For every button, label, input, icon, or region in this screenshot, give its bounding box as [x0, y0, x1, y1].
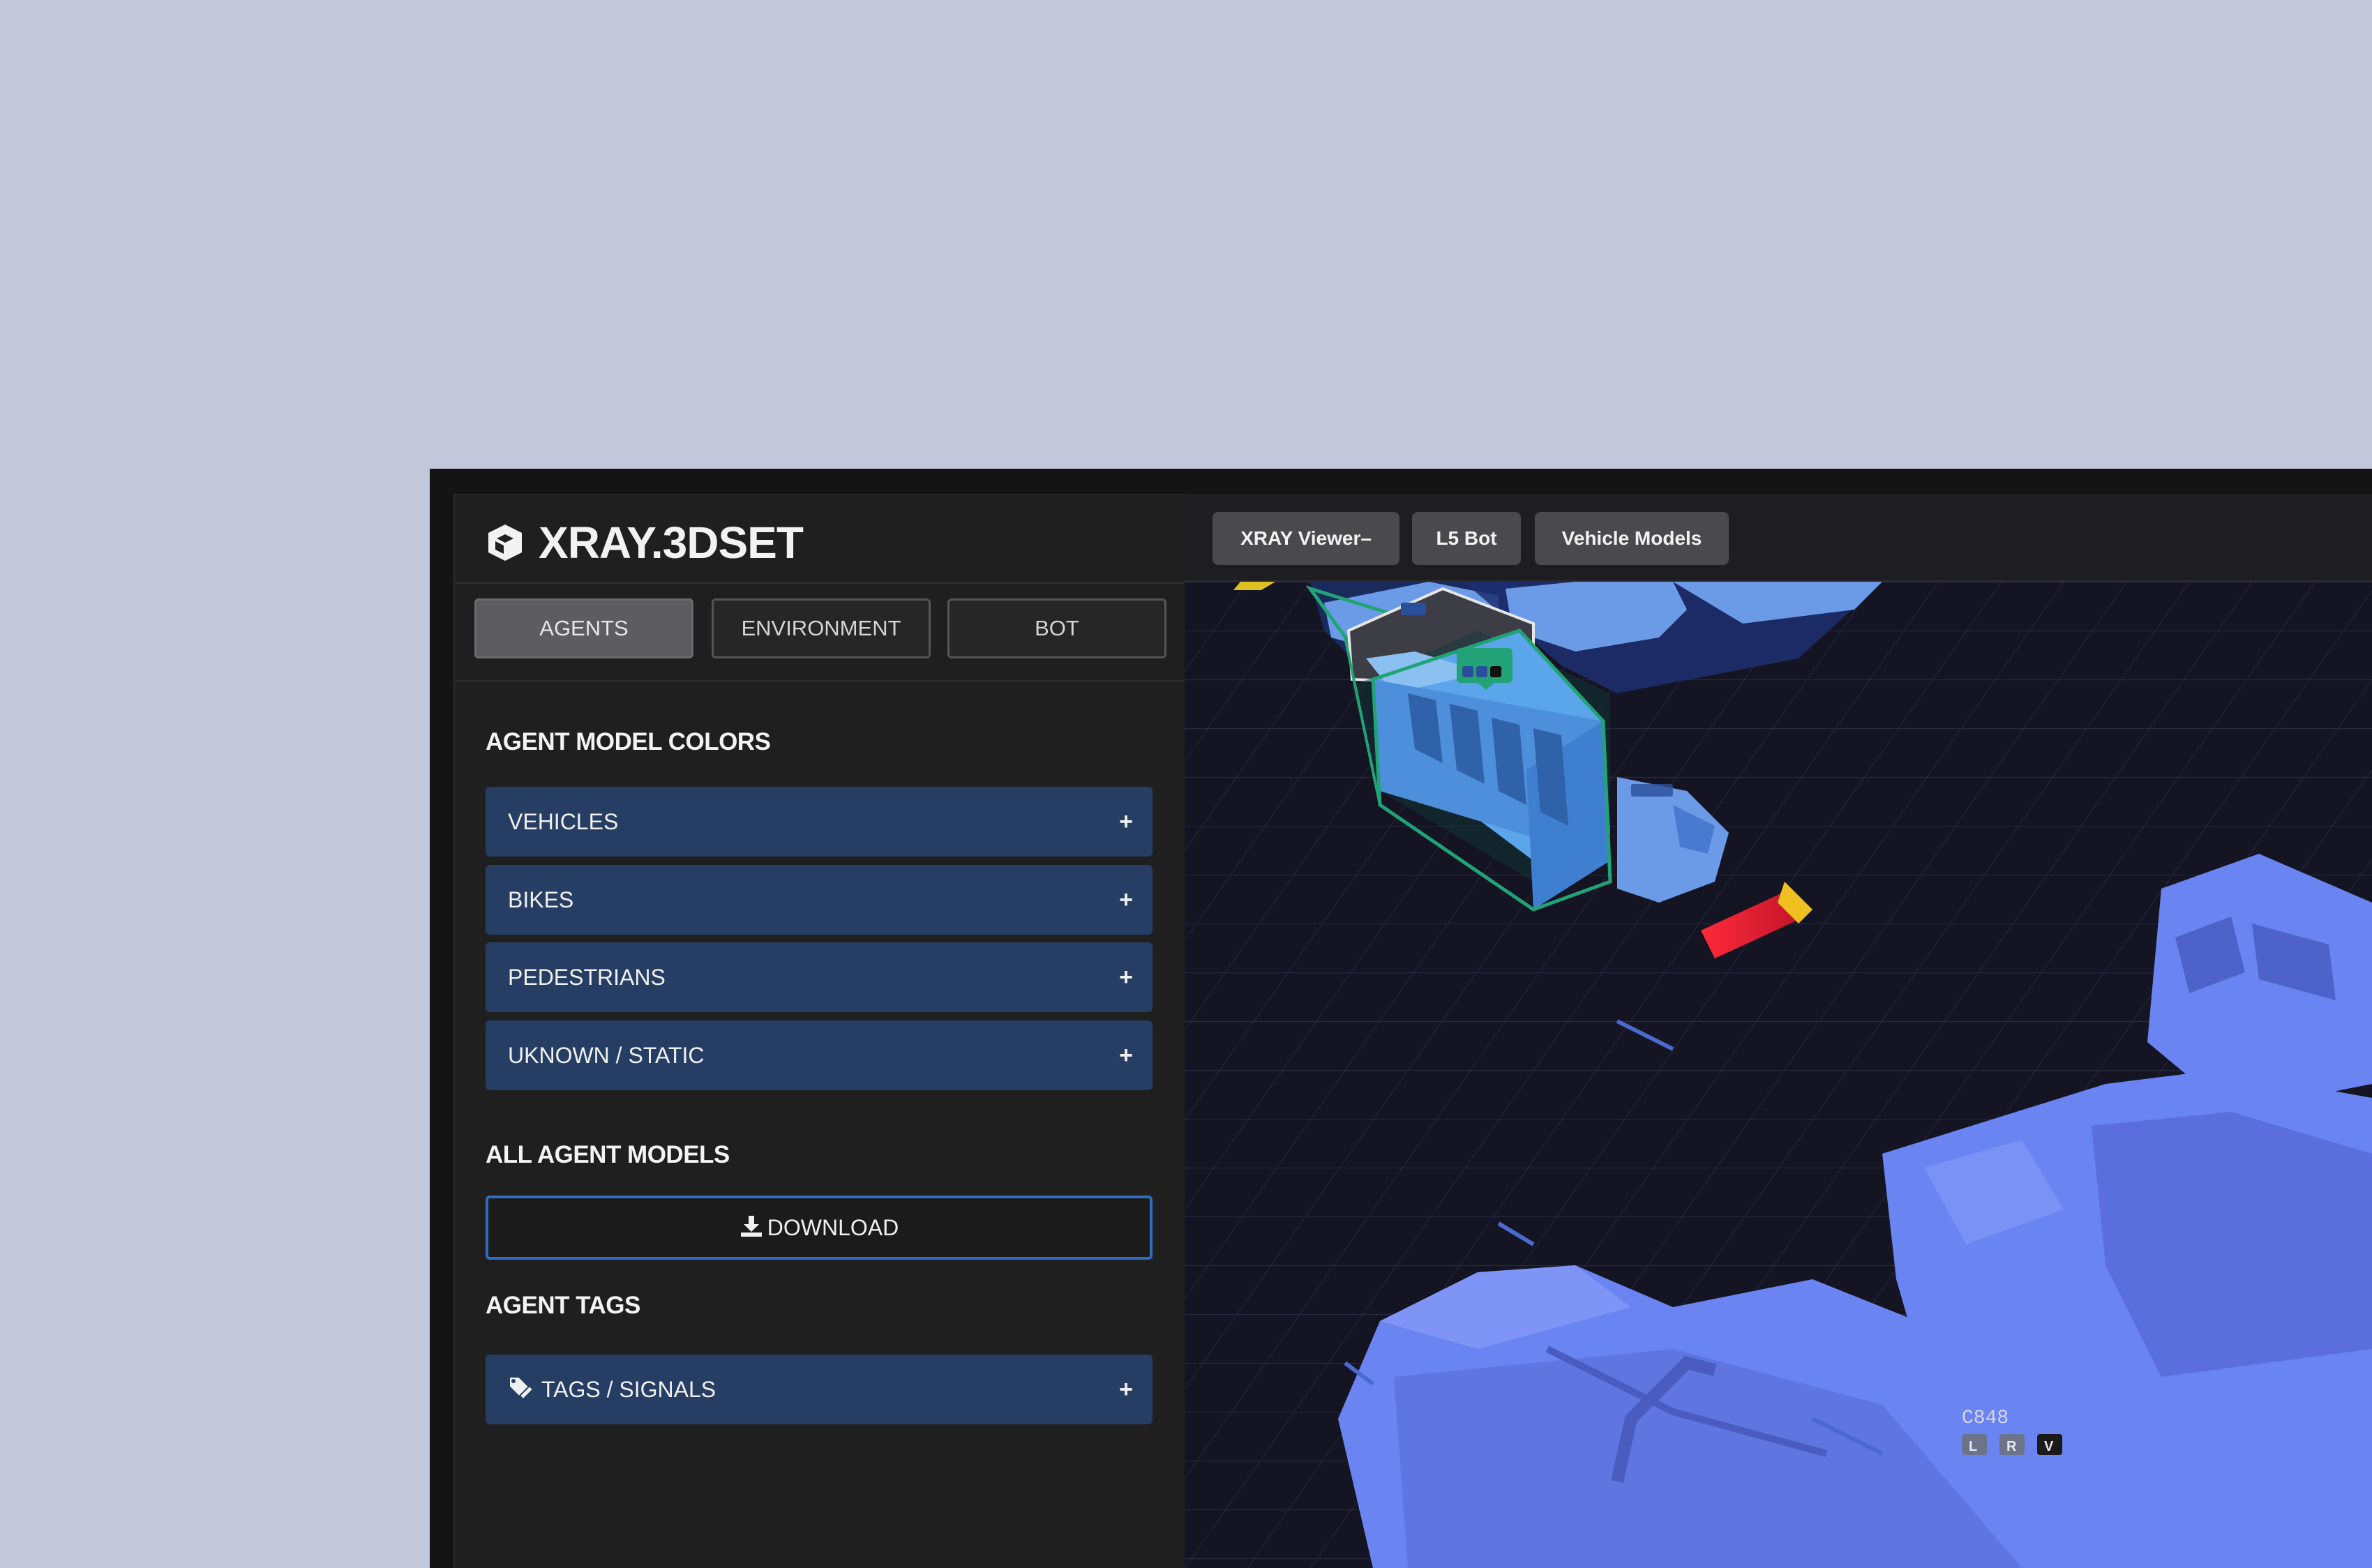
tab-divider	[455, 680, 1185, 682]
accordion-label: VEHICLES	[508, 809, 619, 834]
expand-plus-icon[interactable]: +	[1119, 942, 1133, 1012]
accordion-unknown-static[interactable]: UKNOWN / STATIC +	[486, 1020, 1153, 1090]
tiny-label	[1401, 603, 1426, 615]
panel-tabs: AGENTS ENVIRONMENT BOT	[474, 598, 1168, 661]
download-button[interactable]: DOWNLOAD	[486, 1196, 1153, 1260]
accordion-label: BIKES	[508, 887, 574, 912]
viewer-viewport: XRAY Viewer– L5 Bot Vehicle Models C848 …	[1185, 494, 2372, 1568]
tab-agents[interactable]: AGENTS	[474, 598, 693, 658]
accordion-label: TAGS / SIGNALS	[541, 1377, 716, 1402]
agent-button-v-label: V	[2044, 1439, 2054, 1454]
cube-logo-icon	[488, 525, 522, 561]
agent-button-r-label: R	[2006, 1439, 2017, 1454]
side-panel: XRAY.3DSET AGENTS ENVIRONMENT BOT AGENT …	[453, 494, 1186, 1568]
agent-model-colors-heading: AGENT MODEL COLORS	[486, 728, 771, 755]
accordion-tags-signals[interactable]: TAGS / SIGNALS +	[486, 1355, 1153, 1424]
tags-icon	[509, 1376, 534, 1401]
scene-svg: C848 L R V	[1185, 582, 2372, 1568]
download-icon	[740, 1216, 762, 1237]
tab-environment[interactable]: ENVIRONMENT	[712, 598, 931, 658]
accordion-label: UKNOWN / STATIC	[508, 1043, 705, 1068]
accordion-vehicles[interactable]: VEHICLES +	[486, 787, 1153, 857]
accordion-label: PEDESTRIANS	[508, 965, 666, 990]
all-agent-models-heading: ALL AGENT MODELS	[486, 1141, 730, 1168]
vehicle-models-button[interactable]: Vehicle Models	[1535, 512, 1729, 565]
3d-scene-canvas[interactable]: C848 L R V	[1185, 582, 2372, 1568]
xray-viewer-button[interactable]: XRAY Viewer–	[1213, 512, 1399, 565]
tiny-label	[1631, 784, 1673, 797]
download-label: DOWNLOAD	[767, 1215, 899, 1240]
brand-header: XRAY.3DSET	[455, 495, 1185, 584]
tab-bot[interactable]: BOT	[947, 598, 1166, 658]
accordion-bikes[interactable]: BIKES +	[486, 865, 1153, 935]
expand-plus-icon[interactable]: +	[1119, 787, 1133, 857]
agent-id-label: C848	[1962, 1408, 2009, 1429]
expand-plus-icon[interactable]: +	[1119, 865, 1133, 935]
app-title: XRAY.3DSET	[539, 518, 804, 568]
l5-bot-button[interactable]: L5 Bot	[1412, 512, 1521, 565]
expand-plus-icon[interactable]: +	[1119, 1020, 1133, 1090]
app-window: XRAY.3DSET AGENTS ENVIRONMENT BOT AGENT …	[430, 469, 2372, 1568]
expand-plus-icon[interactable]: +	[1119, 1355, 1133, 1424]
agent-tags-heading: AGENT TAGS	[486, 1292, 640, 1319]
agent-button-l-label: L	[1969, 1439, 1977, 1454]
accordion-pedestrians[interactable]: PEDESTRIANS +	[486, 942, 1153, 1012]
viewer-toolbar: XRAY Viewer– L5 Bot Vehicle Models	[1185, 494, 2372, 582]
